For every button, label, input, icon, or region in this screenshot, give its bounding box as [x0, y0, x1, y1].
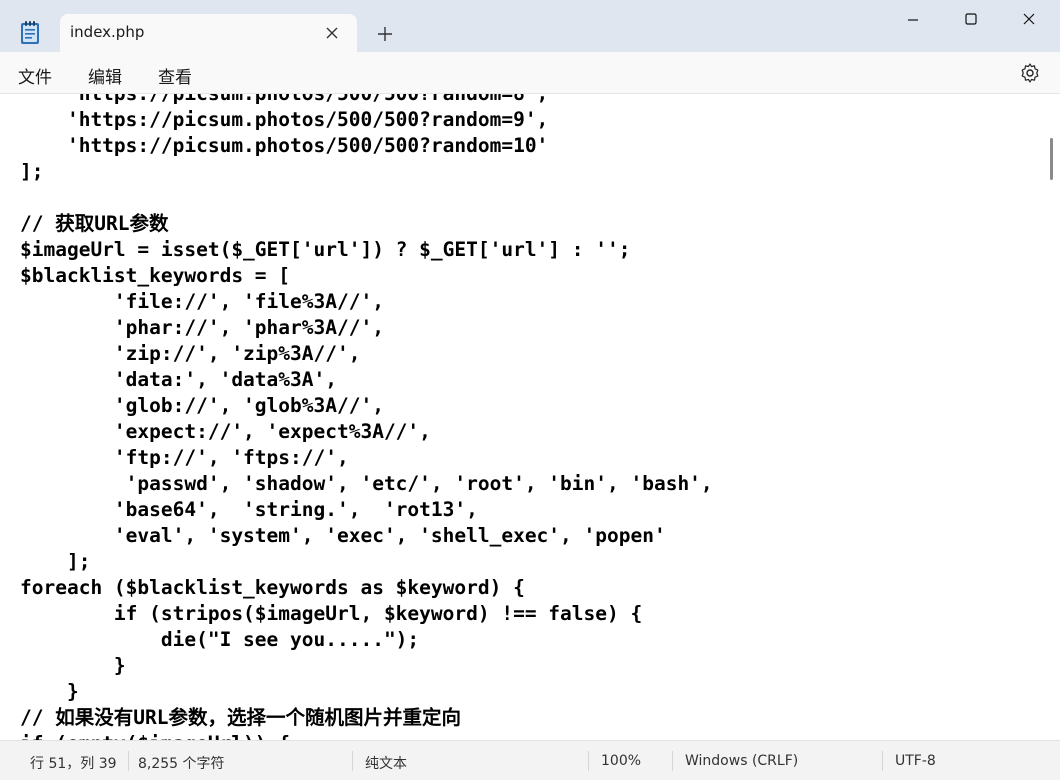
menu-view[interactable]: 查看	[158, 63, 192, 88]
plus-icon[interactable]	[372, 21, 398, 47]
title-bar: index.php	[0, 0, 1060, 52]
code-line: if (stripos($imageUrl, $keyword) !== fal…	[20, 602, 643, 625]
code-text: 'https://picsum.photos/500/500?random=8'…	[20, 94, 713, 740]
line-ending[interactable]: Windows (CRLF)	[685, 753, 798, 769]
code-line: 'passwd', 'shadow', 'etc/', 'root', 'bin…	[20, 472, 713, 495]
code-line: 'phar://', 'phar%3A//',	[20, 316, 384, 339]
code-line: 'https://picsum.photos/500/500?random=10…	[20, 134, 549, 157]
menu-file[interactable]: 文件	[18, 63, 52, 88]
status-separator	[672, 751, 673, 771]
tab-title: index.php	[70, 23, 145, 41]
minimize-icon[interactable]	[890, 6, 936, 34]
tab-index-php[interactable]: index.php	[60, 14, 357, 52]
code-line: 'data:', 'data%3A',	[20, 368, 337, 391]
code-line: ];	[20, 550, 91, 573]
code-line: }	[20, 680, 79, 703]
notepad-icon	[21, 21, 39, 44]
code-line: foreach ($blacklist_keywords as $keyword…	[20, 576, 525, 599]
text-editor[interactable]: 'https://picsum.photos/500/500?random=8'…	[0, 94, 1044, 740]
code-line: // 如果没有URL参数，选择一个随机图片并重定向	[20, 706, 461, 729]
code-line: 'file://', 'file%3A//',	[20, 290, 384, 313]
code-line: 'eval', 'system', 'exec', 'shell_exec', …	[20, 524, 666, 547]
char-count: 8,255 个字符	[138, 756, 225, 772]
code-line: 'ftp://', 'ftps://',	[20, 446, 349, 469]
code-line: 'base64', 'string.', 'rot13',	[20, 498, 478, 521]
close-window-icon[interactable]	[1006, 6, 1052, 34]
code-line: die("I see you.....");	[20, 628, 420, 651]
code-line: 'expect://', 'expect%3A//',	[20, 420, 431, 443]
encoding[interactable]: UTF-8	[895, 753, 936, 769]
code-line: 'https://picsum.photos/500/500?random=9'…	[20, 108, 549, 131]
menu-edit[interactable]: 编辑	[88, 63, 122, 88]
maximize-icon[interactable]	[948, 6, 994, 34]
scrollbar-thumb[interactable]	[1050, 138, 1053, 180]
code-line: $imageUrl = isset($_GET['url']) ? $_GET[…	[20, 238, 631, 261]
status-separator	[588, 751, 589, 771]
notepad-window: index.php 文件 编辑 查看 'https://picsum.photo…	[0, 0, 1060, 780]
cursor-position: 行 51，列 39	[30, 756, 117, 772]
status-separator	[352, 751, 353, 771]
gear-icon[interactable]	[1018, 61, 1042, 85]
menu-bar: 文件 编辑 查看	[0, 52, 1060, 94]
code-line: 'zip://', 'zip%3A//',	[20, 342, 361, 365]
code-line: if (empty($imageUrl)) {	[20, 731, 713, 740]
status-separator	[128, 751, 129, 771]
zoom-level[interactable]: 100%	[601, 753, 641, 769]
code-line: $blacklist_keywords = [	[20, 264, 291, 287]
status-bar: 行 51，列 39 8,255 个字符 纯文本 100% Windows (CR…	[0, 740, 1060, 780]
code-line: 'https://picsum.photos/500/500?random=8'…	[20, 94, 713, 107]
text-format[interactable]: 纯文本	[365, 753, 407, 773]
vertical-scrollbar[interactable]	[1044, 94, 1060, 740]
code-line: }	[20, 654, 126, 677]
code-line: ];	[20, 160, 44, 183]
close-icon[interactable]	[320, 21, 344, 45]
code-line: 'glob://', 'glob%3A//',	[20, 394, 384, 417]
code-line: ​	[20, 185, 713, 211]
status-separator	[882, 751, 883, 771]
code-line: // 获取URL参数	[20, 212, 169, 235]
